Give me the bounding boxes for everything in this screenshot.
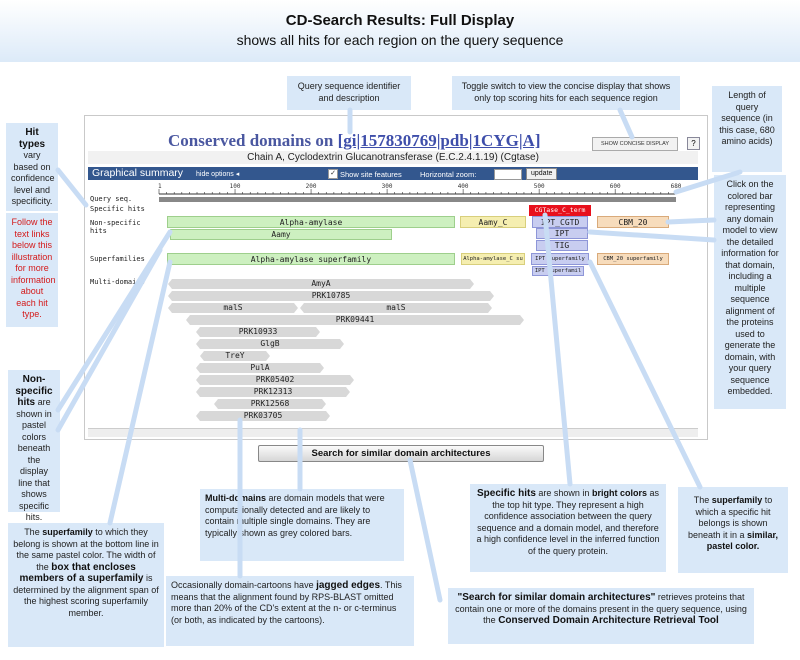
zoom-input[interactable] — [494, 169, 522, 180]
nonspecific-hit-aamy-c[interactable]: Aamy_C — [460, 216, 526, 228]
multidomain-prk05402[interactable]: PRK05402 — [196, 375, 354, 385]
ruler-tick-label: 100 — [230, 183, 241, 190]
title-prefix: Conserved domains on — [168, 131, 334, 150]
callout-superfamily-box: The superfamily to which they belong is … — [8, 523, 164, 647]
nonspecific-hit-cbm-20[interactable]: CBM_20 — [597, 216, 669, 228]
row-label-query-seq: Query seq. — [90, 195, 133, 203]
multidomain-mals-2[interactable]: malS — [300, 303, 492, 313]
callout-toggle: Toggle switch to view the concise displa… — [452, 76, 680, 110]
callout-click-bar: Click on the colored bar representing an… — [714, 175, 786, 409]
ruler-tick-label: 680 — [671, 183, 682, 190]
superfamily-cbm-20[interactable]: CBM_20 superfamily — [597, 253, 669, 265]
query-description: Chain A, Cyclodextrin Glucanotransferase… — [88, 151, 698, 164]
callout-text: The — [24, 527, 40, 537]
callout-text: Length of query sequence (in this case, … — [719, 90, 775, 146]
callout-text: Click on the colored bar representing an… — [721, 179, 779, 396]
multidomain-pula[interactable]: PulA — [196, 363, 324, 373]
callout-search: "Search for similar domain architectures… — [448, 588, 754, 644]
query-sequence-bar — [159, 197, 676, 202]
callout-text: Query sequence identifier and descriptio… — [297, 81, 401, 103]
multidomain-prk10785[interactable]: PRK10785 — [168, 291, 494, 301]
callout-multidomain: Multi-domains are domain models that wer… — [200, 489, 404, 561]
callout-text: Occasionally domain-cartoons have — [171, 580, 314, 590]
row-label-multidomains: Multi-domains — [90, 278, 145, 286]
show-concise-display-button[interactable]: SHOW CONCISE DISPLAY — [592, 137, 678, 151]
ruler-tick-label: 600 — [610, 183, 621, 190]
ruler-tick-label: 1 — [158, 183, 162, 190]
callout-bold: Conserved Domain Architecture Retrieval … — [498, 615, 719, 626]
leader-search — [407, 457, 443, 603]
nonspecific-hit-aamy[interactable]: Aamy — [170, 229, 392, 240]
ruler-tick-label: 500 — [534, 183, 545, 190]
callout-bold: superfamily — [711, 495, 763, 505]
row-label-superfamilies: Superfamilies — [90, 255, 145, 263]
banner-title: CD-Search Results: Full Display — [285, 12, 515, 29]
callout-bold: Specific hits — [476, 488, 536, 499]
callout-bold: jagged edges — [316, 580, 380, 591]
specific-hit-cgtase-c-term[interactable]: CGTase_C_term — [529, 205, 591, 216]
callout-text: Follow the text links below this illustr… — [11, 217, 56, 319]
row-label-nonspecific-hits: Non-specific hits — [90, 219, 141, 235]
multidomain-prk10933[interactable]: PRK10933 — [196, 327, 320, 337]
nonspecific-hit-ipt[interactable]: IPT — [536, 228, 588, 239]
callout-bold: "Search for similar domain architectures… — [457, 592, 656, 603]
update-button[interactable]: update — [526, 168, 558, 180]
ruler-tick-label: 300 — [382, 183, 393, 190]
callout-superfamily-beneath: The superfamily to which a specific hit … — [678, 487, 788, 573]
multidomain-prk12568[interactable]: PRK12568 — [214, 399, 326, 409]
superfamily-alpha-amylase[interactable]: Alpha-amylase superfamily — [167, 253, 455, 265]
callout-bold: Multi-domains — [205, 493, 266, 503]
nonspecific-hit-alpha-amylase[interactable]: Alpha-amylase — [167, 216, 455, 228]
multidomain-glgb[interactable]: GlgB — [196, 339, 344, 349]
callout-text: Toggle switch to view the concise displa… — [461, 81, 671, 103]
callout-specific: Specific hits are shown in bright colors… — [470, 484, 666, 572]
site-features-checkbox[interactable]: ✓ — [328, 169, 338, 179]
multidomain-prk03705[interactable]: PRK03705 — [196, 411, 330, 421]
multidomain-amya[interactable]: AmyA — [168, 279, 474, 289]
callout-text: are shown in pastel colors beneath the d… — [16, 397, 52, 522]
multidomain-prk09441[interactable]: PRK09441 — [186, 315, 524, 325]
superfamily-alpha-amylase-c[interactable]: Alpha-amylase_C su — [461, 253, 525, 265]
nonspecific-hit-ipt-cgtd[interactable]: IPT_CGTD — [532, 216, 588, 228]
ruler-tick-label: 200 — [306, 183, 317, 190]
leader-hit-types — [55, 167, 89, 208]
callout-text: The — [693, 495, 710, 505]
callout-query-id: Query sequence identifier and descriptio… — [287, 76, 411, 110]
callout-length: Length of query sequence (in this case, … — [712, 86, 782, 172]
callout-text: are shown in — [538, 488, 590, 498]
multidomain-mals-1[interactable]: malS — [168, 303, 298, 313]
graphical-summary-title: Graphical summary — [92, 167, 184, 179]
page-title: Conserved domains on [gi|157830769|pdb|1… — [168, 131, 541, 151]
callout-nonspecific: Non-specific hits are shown in pastel co… — [8, 370, 60, 522]
superfamily-ipt-2[interactable]: IPT superfamil — [532, 266, 584, 276]
callout-follow-links: Follow the text links below this illustr… — [6, 213, 58, 327]
header-banner: CD-Search Results: Full Display shows al… — [0, 0, 800, 62]
graphical-summary-bar: Graphical summary hide options ◂ ✓ Show … — [88, 167, 698, 180]
horizontal-scrollbar[interactable] — [88, 428, 698, 437]
superfamily-ipt[interactable]: IPT superfamily — [531, 253, 589, 265]
callout-text: vary based on confidence level and speci… — [11, 150, 55, 206]
callout-bold: bright colors — [591, 488, 647, 498]
callout-bold: superfamily — [42, 527, 93, 537]
multidomain-trey[interactable]: TreY — [200, 351, 270, 361]
help-icon[interactable]: ? — [687, 137, 700, 150]
callout-bold: Hit types — [18, 127, 46, 150]
row-label-specific-hits: Specific hits — [90, 205, 145, 213]
banner-subtitle: shows all hits for each region on the qu… — [236, 32, 564, 48]
search-similar-architectures-button[interactable]: Search for similar domain architectures — [258, 445, 544, 462]
query-id-link[interactable]: [gi|157830769|pdb|1CYG|A] — [338, 131, 541, 150]
nonspecific-hit-tig[interactable]: TIG — [536, 240, 588, 251]
callout-hit-types: Hit types vary based on confidence level… — [6, 123, 58, 211]
multidomain-prk12313[interactable]: PRK12313 — [196, 387, 350, 397]
callout-jagged: Occasionally domain-cartoons have jagged… — [166, 576, 414, 646]
ruler-tick-label: 400 — [458, 183, 469, 190]
